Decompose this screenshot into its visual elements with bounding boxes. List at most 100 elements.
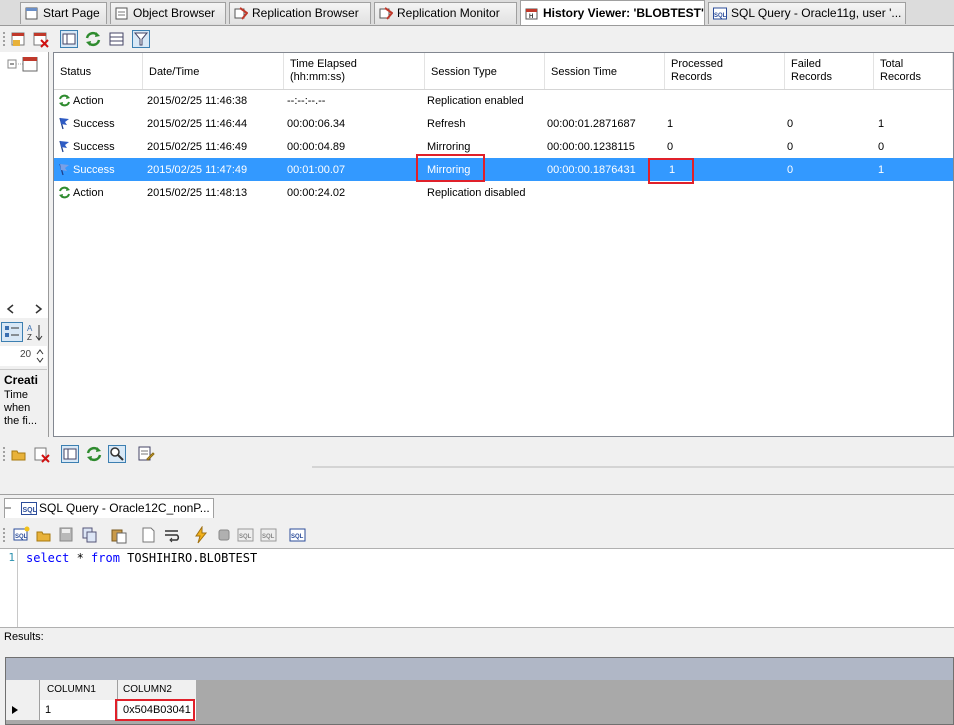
alphabetical-button[interactable]: AZ — [25, 322, 45, 342]
toggle-detail-panel-button[interactable] — [61, 445, 79, 463]
filter-button[interactable] — [132, 30, 150, 48]
grid-view-button[interactable] — [108, 30, 126, 48]
tab-replication-browser[interactable]: Replication Browser — [229, 2, 371, 24]
tab-object-browser[interactable]: Object Browser — [110, 2, 226, 24]
refresh-icon — [85, 31, 101, 47]
action-icon — [59, 186, 70, 199]
col-header-status[interactable]: Status — [54, 53, 143, 89]
history-row[interactable]: Action 2015/02/25 11:48:13 00:00:24.02 R… — [54, 181, 953, 204]
svg-text:A: A — [27, 324, 33, 333]
splitter[interactable] — [312, 466, 954, 468]
stop-icon[interactable] — [215, 526, 233, 544]
col-header-column2[interactable]: COLUMN2 — [118, 680, 196, 700]
history-row[interactable]: Success 2015/02/25 11:46:44 00:00:06.34 … — [54, 112, 953, 135]
property-panel: AZ 20 Creati Time when the fi... — [0, 318, 49, 438]
highlight-column2 — [115, 699, 195, 721]
refresh-button[interactable] — [84, 30, 102, 48]
refresh-detail-button[interactable] — [85, 445, 103, 463]
results-column-headers: COLUMN1 COLUMN2 — [6, 680, 196, 701]
results-row[interactable]: 1 0x504B03041 — [6, 699, 196, 721]
paste-icon[interactable] — [110, 526, 128, 544]
svg-text:SQL: SQL — [239, 534, 252, 540]
replication-browser-icon — [234, 7, 248, 20]
svg-text:Z: Z — [27, 333, 32, 342]
scroll-right-icon[interactable] — [32, 303, 44, 315]
sql-toolbar: SQL SQL SQL SQL — [0, 521, 954, 548]
tab-close-icon[interactable] — [4, 504, 12, 512]
zoom-spinner[interactable]: 20 — [0, 346, 47, 366]
col-header-time-elapsed[interactable]: Time Elapsed (hh:mm:ss) — [284, 53, 425, 89]
sql-explain-icon[interactable]: SQL — [237, 526, 255, 544]
panel-divider — [0, 494, 954, 495]
delete-button[interactable] — [33, 445, 51, 463]
col-header-failed[interactable]: Failed Records — [785, 53, 874, 89]
col-header-session-type[interactable]: Session Type — [425, 53, 545, 89]
start-page-icon — [25, 7, 38, 20]
tab-history-viewer[interactable]: H History Viewer: 'BLOBTEST' — [520, 0, 705, 25]
filter-icon — [133, 32, 149, 46]
calendar-delete-icon — [33, 32, 49, 48]
detail-toolbar — [0, 440, 954, 468]
history-grid: Status Date/Time Time Elapsed (hh:mm:ss)… — [53, 52, 954, 437]
execute-icon[interactable] — [192, 526, 210, 544]
history-row-selected[interactable]: Success 2015/02/25 11:47:49 00:01:00.07 … — [54, 154, 953, 184]
sql-code-line[interactable]: select * from TOSHIHIRO.BLOBTEST — [26, 549, 257, 567]
col-header-datetime[interactable]: Date/Time — [143, 53, 284, 89]
col-header-column1[interactable]: COLUMN1 — [40, 680, 118, 700]
new-document-icon[interactable] — [140, 526, 158, 544]
open-button[interactable] — [10, 445, 28, 463]
refresh-icon — [86, 446, 102, 462]
tab-start-page[interactable]: Start Page — [20, 2, 107, 24]
scroll-left-icon[interactable] — [5, 303, 17, 315]
results-label: Results: — [4, 631, 44, 643]
open-schedule-button[interactable] — [10, 30, 28, 48]
delete-icon — [34, 447, 50, 463]
row-selector[interactable] — [6, 700, 40, 720]
replication-monitor-icon — [379, 7, 393, 20]
sql-history-icon[interactable]: SQL — [289, 526, 307, 544]
history-icon: H — [525, 8, 538, 20]
toolbar-grip — [3, 447, 5, 461]
edit-note-icon — [138, 446, 155, 461]
categorized-icon — [5, 326, 19, 337]
word-wrap-icon[interactable] — [163, 526, 181, 544]
svg-text:SQL: SQL — [291, 534, 304, 540]
history-grid-header: Status Date/Time Time Elapsed (hh:mm:ss)… — [54, 53, 953, 90]
edit-button[interactable] — [137, 445, 155, 463]
magnifier-icon — [110, 447, 124, 461]
save-icon[interactable] — [58, 526, 76, 544]
cell-column1[interactable]: 1 — [40, 700, 118, 720]
document-tab-bar: Start Page Object Browser Replication Br… — [0, 0, 954, 26]
folder-open-icon — [11, 450, 26, 461]
col-header-processed[interactable]: Processed Records — [665, 53, 785, 89]
sql-format-icon[interactable]: SQL — [260, 526, 278, 544]
tab-replication-monitor[interactable]: Replication Monitor — [374, 2, 517, 24]
svg-text:SQL: SQL — [15, 534, 28, 540]
col-header-total[interactable]: Total Records — [874, 53, 953, 89]
calendar-open-icon — [11, 32, 25, 46]
results-grid: COLUMN1 COLUMN2 1 0x504B03041 — [5, 657, 954, 725]
property-text: Time when the fi... — [4, 389, 38, 427]
categorized-button[interactable] — [1, 322, 23, 342]
object-browser-icon — [115, 7, 128, 20]
spinner-arrows-icon[interactable] — [35, 348, 45, 364]
line-number-gutter: 1 — [0, 549, 18, 627]
history-row[interactable]: Success 2015/02/25 11:46:49 00:00:04.89 … — [54, 135, 953, 158]
history-toolbar — [0, 26, 954, 52]
property-title: Creati — [4, 373, 39, 387]
svg-text:SQL: SQL — [262, 534, 275, 540]
copy-icon[interactable] — [81, 526, 99, 544]
delete-schedule-button[interactable] — [32, 30, 50, 48]
col-header-session-time[interactable]: Session Time — [545, 53, 665, 89]
find-button[interactable] — [108, 445, 126, 463]
toolbar-grip — [3, 32, 5, 46]
open-folder-icon[interactable] — [35, 526, 53, 544]
tab-sql-query-oracle11g[interactable]: SQL SQL Query - Oracle11g, user '... — [708, 2, 906, 24]
sql-new-icon[interactable]: SQL — [12, 526, 30, 544]
history-row[interactable]: Action 2015/02/25 11:46:38 --:--:--.-- R… — [54, 89, 953, 112]
tab-sql-query-oracle12c[interactable]: SQL SQL Query - Oracle12C_nonP... — [4, 498, 214, 518]
action-icon — [59, 94, 70, 107]
sql-editor[interactable]: 1 select * from TOSHIHIRO.BLOBTEST — [0, 548, 954, 628]
history-tree-node[interactable] — [7, 57, 47, 77]
toggle-panel-button[interactable] — [60, 30, 78, 48]
